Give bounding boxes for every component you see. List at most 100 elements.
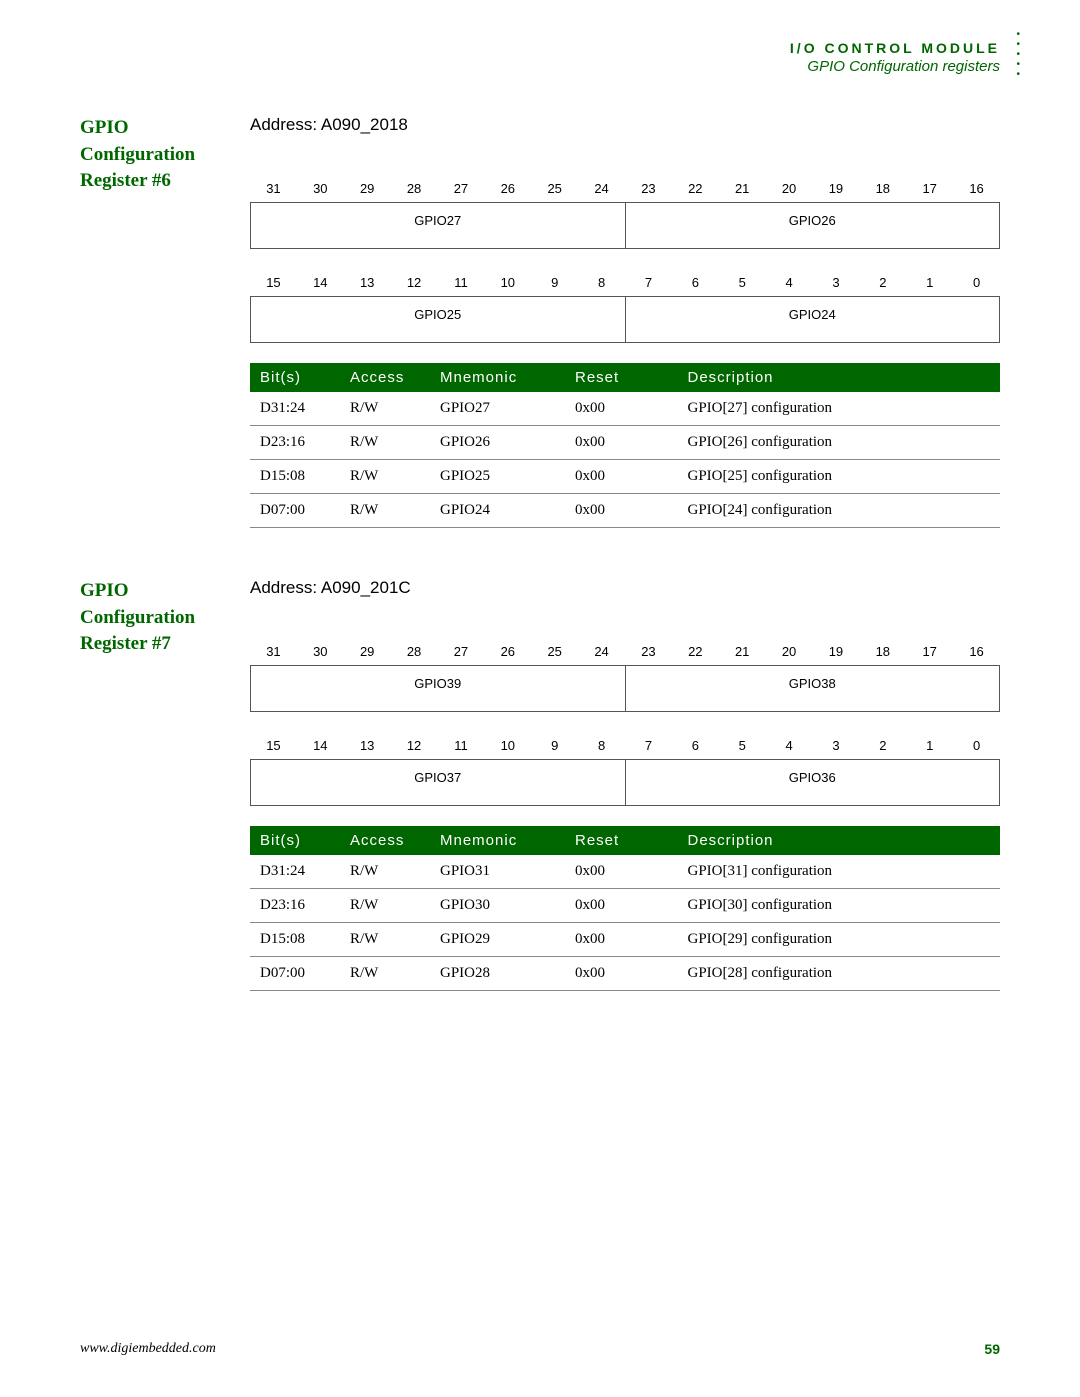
page-footer: www.digiembedded.com 59	[80, 1341, 1000, 1357]
bit-number: 26	[484, 638, 531, 665]
table-header-cell: Access	[340, 363, 430, 392]
bit-number: 15	[250, 732, 297, 759]
bit-number: 31	[250, 175, 297, 202]
bit-number: 16	[953, 175, 1000, 202]
table-cell: D15:08	[250, 923, 340, 957]
table-cell: GPIO[24] configuration	[678, 494, 1001, 528]
table-row: D23:16R/WGPIO300x00GPIO[30] configuratio…	[250, 889, 1000, 923]
table-cell: GPIO[27] configuration	[678, 392, 1001, 426]
table-cell: GPIO28	[430, 957, 565, 991]
bit-field-row: GPIO39GPIO38	[250, 665, 1000, 712]
bit-number: 29	[344, 175, 391, 202]
bit-number: 6	[672, 269, 719, 296]
bit-number: 9	[531, 732, 578, 759]
bit-number-row: 1514131211109876543210	[250, 732, 1000, 759]
table-cell: R/W	[340, 460, 430, 494]
page-header: ••••• I/O CONTROL MODULE GPIO Configurat…	[80, 40, 1000, 75]
bit-number: 10	[484, 732, 531, 759]
table-cell: GPIO[29] configuration	[678, 923, 1001, 957]
table-row: D15:08R/WGPIO250x00GPIO[25] configuratio…	[250, 460, 1000, 494]
table-cell: R/W	[340, 494, 430, 528]
bit-number: 31	[250, 638, 297, 665]
bit-number: 13	[344, 732, 391, 759]
register-address: Address: A090_2018	[250, 115, 1000, 135]
table-cell: D31:24	[250, 855, 340, 889]
table-cell: 0x00	[565, 957, 678, 991]
bit-number: 22	[672, 638, 719, 665]
bit-field: GPIO36	[626, 759, 1001, 806]
table-cell: GPIO24	[430, 494, 565, 528]
bit-number: 11	[438, 732, 485, 759]
footer-page-number: 59	[984, 1341, 1000, 1357]
table-cell: 0x00	[565, 889, 678, 923]
table-cell: 0x00	[565, 494, 678, 528]
bit-number: 24	[578, 638, 625, 665]
bit-number: 21	[719, 638, 766, 665]
bit-number: 10	[484, 269, 531, 296]
bit-number-row: 31302928272625242322212019181716	[250, 638, 1000, 665]
bit-number: 13	[344, 269, 391, 296]
table-cell: D07:00	[250, 494, 340, 528]
bit-number: 19	[813, 638, 860, 665]
table-cell: GPIO[28] configuration	[678, 957, 1001, 991]
bit-field: GPIO39	[250, 665, 626, 712]
bit-number: 20	[766, 638, 813, 665]
bit-field: GPIO27	[250, 202, 626, 249]
bit-number: 30	[297, 638, 344, 665]
table-cell: R/W	[340, 923, 430, 957]
bit-diagram: 31302928272625242322212019181716GPIO27GP…	[250, 175, 1000, 249]
bit-number: 19	[813, 175, 860, 202]
table-cell: GPIO27	[430, 392, 565, 426]
table-cell: 0x00	[565, 923, 678, 957]
register-title-block: GPIO Configuration Register #6	[80, 115, 250, 528]
bit-number: 8	[578, 732, 625, 759]
bit-number: 17	[906, 638, 953, 665]
table-row: D07:00R/WGPIO240x00GPIO[24] configuratio…	[250, 494, 1000, 528]
bit-number: 9	[531, 269, 578, 296]
bit-diagram: 1514131211109876543210GPIO25GPIO24	[250, 269, 1000, 343]
table-cell: D15:08	[250, 460, 340, 494]
register-title: GPIO Configuration Register #7	[80, 578, 240, 658]
table-cell: D07:00	[250, 957, 340, 991]
bit-number-row: 1514131211109876543210	[250, 269, 1000, 296]
decorative-dots: •••••	[1016, 30, 1020, 80]
table-cell: R/W	[340, 957, 430, 991]
table-header-cell: Description	[678, 363, 1001, 392]
register-title-block: GPIO Configuration Register #7	[80, 578, 250, 991]
bit-field: GPIO38	[626, 665, 1001, 712]
table-header-cell: Access	[340, 826, 430, 855]
register-table: Bit(s)AccessMnemonicResetDescriptionD31:…	[250, 363, 1000, 528]
bit-number: 2	[859, 732, 906, 759]
table-cell: GPIO25	[430, 460, 565, 494]
bit-field: GPIO25	[250, 296, 626, 343]
table-cell: GPIO29	[430, 923, 565, 957]
bit-number: 18	[859, 638, 906, 665]
bit-number: 12	[391, 732, 438, 759]
table-cell: GPIO[31] configuration	[678, 855, 1001, 889]
register-content: Address: A090_201C3130292827262524232221…	[250, 578, 1000, 991]
table-cell: GPIO[30] configuration	[678, 889, 1001, 923]
table-cell: 0x00	[565, 426, 678, 460]
table-cell: GPIO[26] configuration	[678, 426, 1001, 460]
bit-number: 0	[953, 269, 1000, 296]
bit-number: 28	[391, 175, 438, 202]
bit-number: 4	[766, 732, 813, 759]
table-header-cell: Bit(s)	[250, 363, 340, 392]
table-cell: 0x00	[565, 460, 678, 494]
table-cell: R/W	[340, 392, 430, 426]
bit-number: 14	[297, 732, 344, 759]
bit-field-row: GPIO27GPIO26	[250, 202, 1000, 249]
table-row: D23:16R/WGPIO260x00GPIO[26] configuratio…	[250, 426, 1000, 460]
header-title: I/O CONTROL MODULE	[80, 40, 1000, 56]
table-cell: D23:16	[250, 889, 340, 923]
bit-number: 1	[906, 732, 953, 759]
bit-number: 1	[906, 269, 953, 296]
table-header-cell: Bit(s)	[250, 826, 340, 855]
bit-field: GPIO26	[626, 202, 1001, 249]
table-cell: D23:16	[250, 426, 340, 460]
bit-number: 15	[250, 269, 297, 296]
table-header-cell: Description	[678, 826, 1001, 855]
bit-number: 27	[438, 175, 485, 202]
table-cell: R/W	[340, 426, 430, 460]
table-row: D15:08R/WGPIO290x00GPIO[29] configuratio…	[250, 923, 1000, 957]
